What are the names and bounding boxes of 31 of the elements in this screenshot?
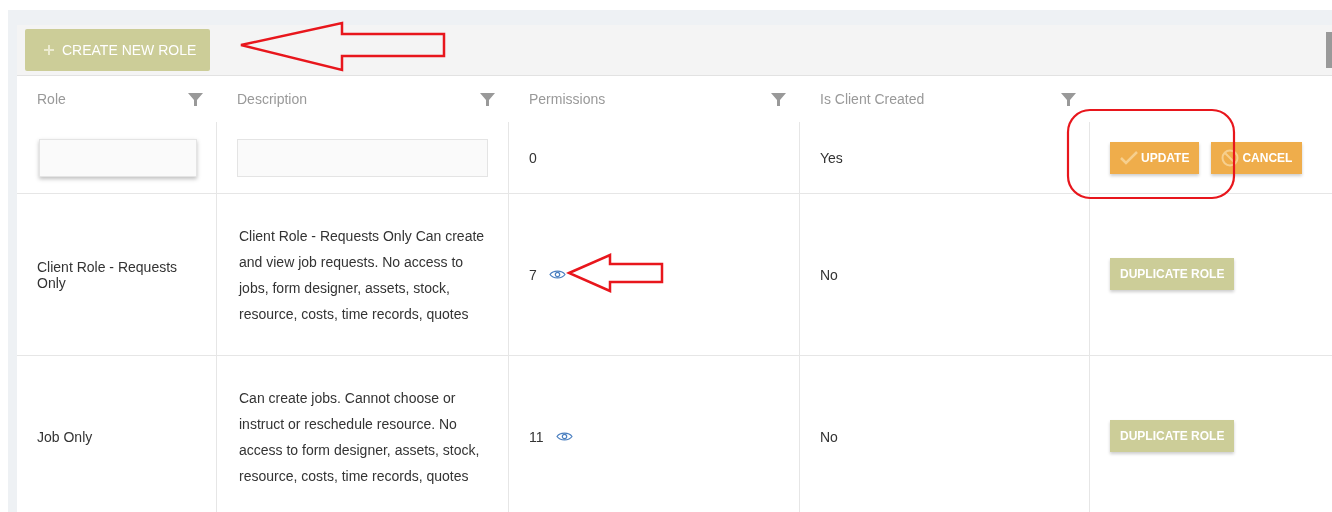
- scrollbar[interactable]: [1326, 32, 1332, 68]
- eye-icon[interactable]: [548, 269, 566, 280]
- filter-icon[interactable]: [771, 91, 786, 107]
- permissions-count: 7: [529, 266, 537, 283]
- client-created-value: No: [820, 428, 838, 445]
- permissions-count: 0: [529, 149, 537, 166]
- filter-icon[interactable]: [1061, 91, 1076, 107]
- duplicate-role-button[interactable]: DUPLICATE ROLE: [1110, 257, 1235, 290]
- column-header: Is Client Created: [820, 91, 925, 107]
- role-name: Client Role - Requests Only: [37, 258, 179, 291]
- column-header: Permissions: [529, 91, 606, 107]
- permissions-count: 11: [529, 428, 544, 445]
- role-description: Can create jobs. Cannot choose or instruct or reschedule resource. No access to form designer, assets, stock, resource, costs, time records, quotes: [239, 388, 481, 486]
- cancel-icon: [1221, 148, 1240, 167]
- cancel-button[interactable]: CANCEL: [1211, 141, 1303, 174]
- role-description: Client Role - Requests Only Can create and view job requests. No access to jobs, form designer, assets, stock, resource, costs, time records, quotes: [239, 226, 486, 324]
- filter-icon[interactable]: [480, 91, 495, 107]
- duplicate-role-button[interactable]: DUPLICATE ROLE: [1110, 419, 1235, 452]
- plus-icon: [43, 44, 55, 56]
- eye-icon[interactable]: [555, 431, 573, 442]
- client-created-value: No: [820, 266, 838, 283]
- role-input[interactable]: [39, 138, 197, 177]
- column-header: Description: [237, 91, 308, 107]
- check-icon: [1120, 150, 1138, 165]
- description-input[interactable]: [237, 138, 488, 177]
- create-role-button[interactable]: CREATE NEW ROLE: [25, 29, 211, 71]
- client-created-value: Yes: [820, 149, 843, 166]
- filter-icon[interactable]: [188, 91, 203, 107]
- update-button[interactable]: UPDATE: [1110, 141, 1200, 174]
- role-name: Job Only: [37, 428, 93, 445]
- column-header: Role: [37, 91, 66, 107]
